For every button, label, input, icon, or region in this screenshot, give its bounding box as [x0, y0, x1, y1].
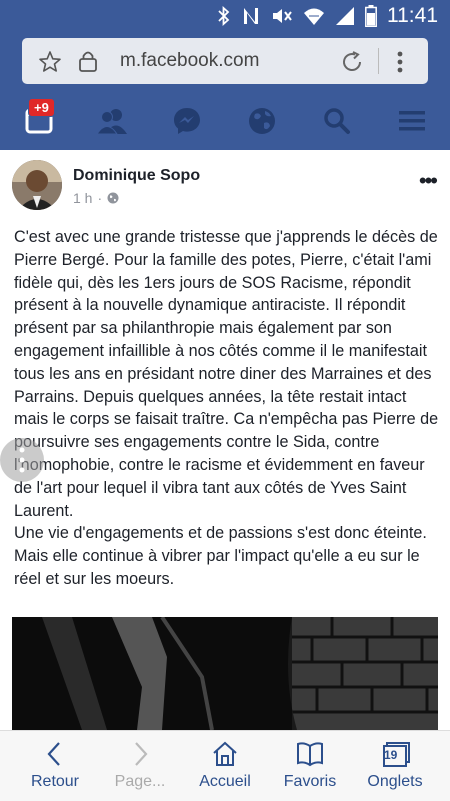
book-icon: [297, 742, 323, 767]
forward-button[interactable]: Page...: [95, 731, 185, 801]
star-icon[interactable]: [38, 50, 62, 74]
messenger-icon[interactable]: [170, 104, 204, 138]
meta-separator: ·: [97, 190, 103, 206]
browser-bottom-bar: Retour Page... Accueil Favoris 19 Onglet…: [0, 730, 450, 801]
globe-icon[interactable]: [245, 104, 279, 138]
post-meta: 1 h ·: [73, 190, 119, 206]
home-icon: [213, 741, 237, 766]
back-button[interactable]: Retour: [10, 731, 100, 801]
facebook-nav-bar: +9: [0, 90, 450, 152]
address-bar[interactable]: m.facebook.com: [22, 38, 428, 84]
bookmarks-button[interactable]: Favoris: [265, 731, 355, 801]
post-time[interactable]: 1 h: [73, 190, 92, 206]
tabs-button[interactable]: 19 Onglets: [350, 731, 440, 801]
friends-icon[interactable]: [95, 104, 129, 138]
clock: 11:41: [387, 4, 438, 27]
lock-icon: [79, 51, 97, 72]
chevron-right-icon: [135, 742, 148, 766]
menu-icon[interactable]: [395, 104, 429, 138]
nfc-icon: [244, 8, 258, 24]
browser-toolbar: m.facebook.com: [0, 32, 450, 90]
tab-count: 19: [384, 748, 398, 762]
overflow-menu-icon[interactable]: [396, 50, 404, 74]
battery-icon: [365, 5, 377, 27]
post-author[interactable]: Dominique Sopo: [73, 167, 200, 185]
more-vertical-icon: [19, 447, 25, 473]
chevron-left-icon: [47, 742, 60, 766]
wifi-icon: [304, 8, 324, 25]
url-divider: [378, 48, 379, 74]
public-globe-icon: [107, 192, 119, 204]
status-bar: 11:41: [0, 0, 450, 32]
home-button[interactable]: Accueil: [180, 731, 270, 801]
url-text[interactable]: m.facebook.com: [120, 50, 259, 72]
reload-icon[interactable]: [340, 50, 364, 74]
mute-icon: [273, 9, 292, 23]
post-text: C'est avec une grande tristesse que j'ap…: [14, 228, 439, 588]
search-icon[interactable]: [320, 104, 354, 138]
bluetooth-icon: [218, 6, 230, 26]
more-options-icon[interactable]: •••: [419, 168, 438, 194]
notification-badge: +9: [28, 98, 55, 117]
floating-handle[interactable]: [0, 438, 44, 482]
post-card: Dominique Sopo 1 h · ••• C'est avec une …: [0, 150, 450, 730]
signal-icon: [336, 7, 354, 25]
post-photo[interactable]: [12, 617, 438, 730]
avatar[interactable]: [12, 160, 62, 210]
